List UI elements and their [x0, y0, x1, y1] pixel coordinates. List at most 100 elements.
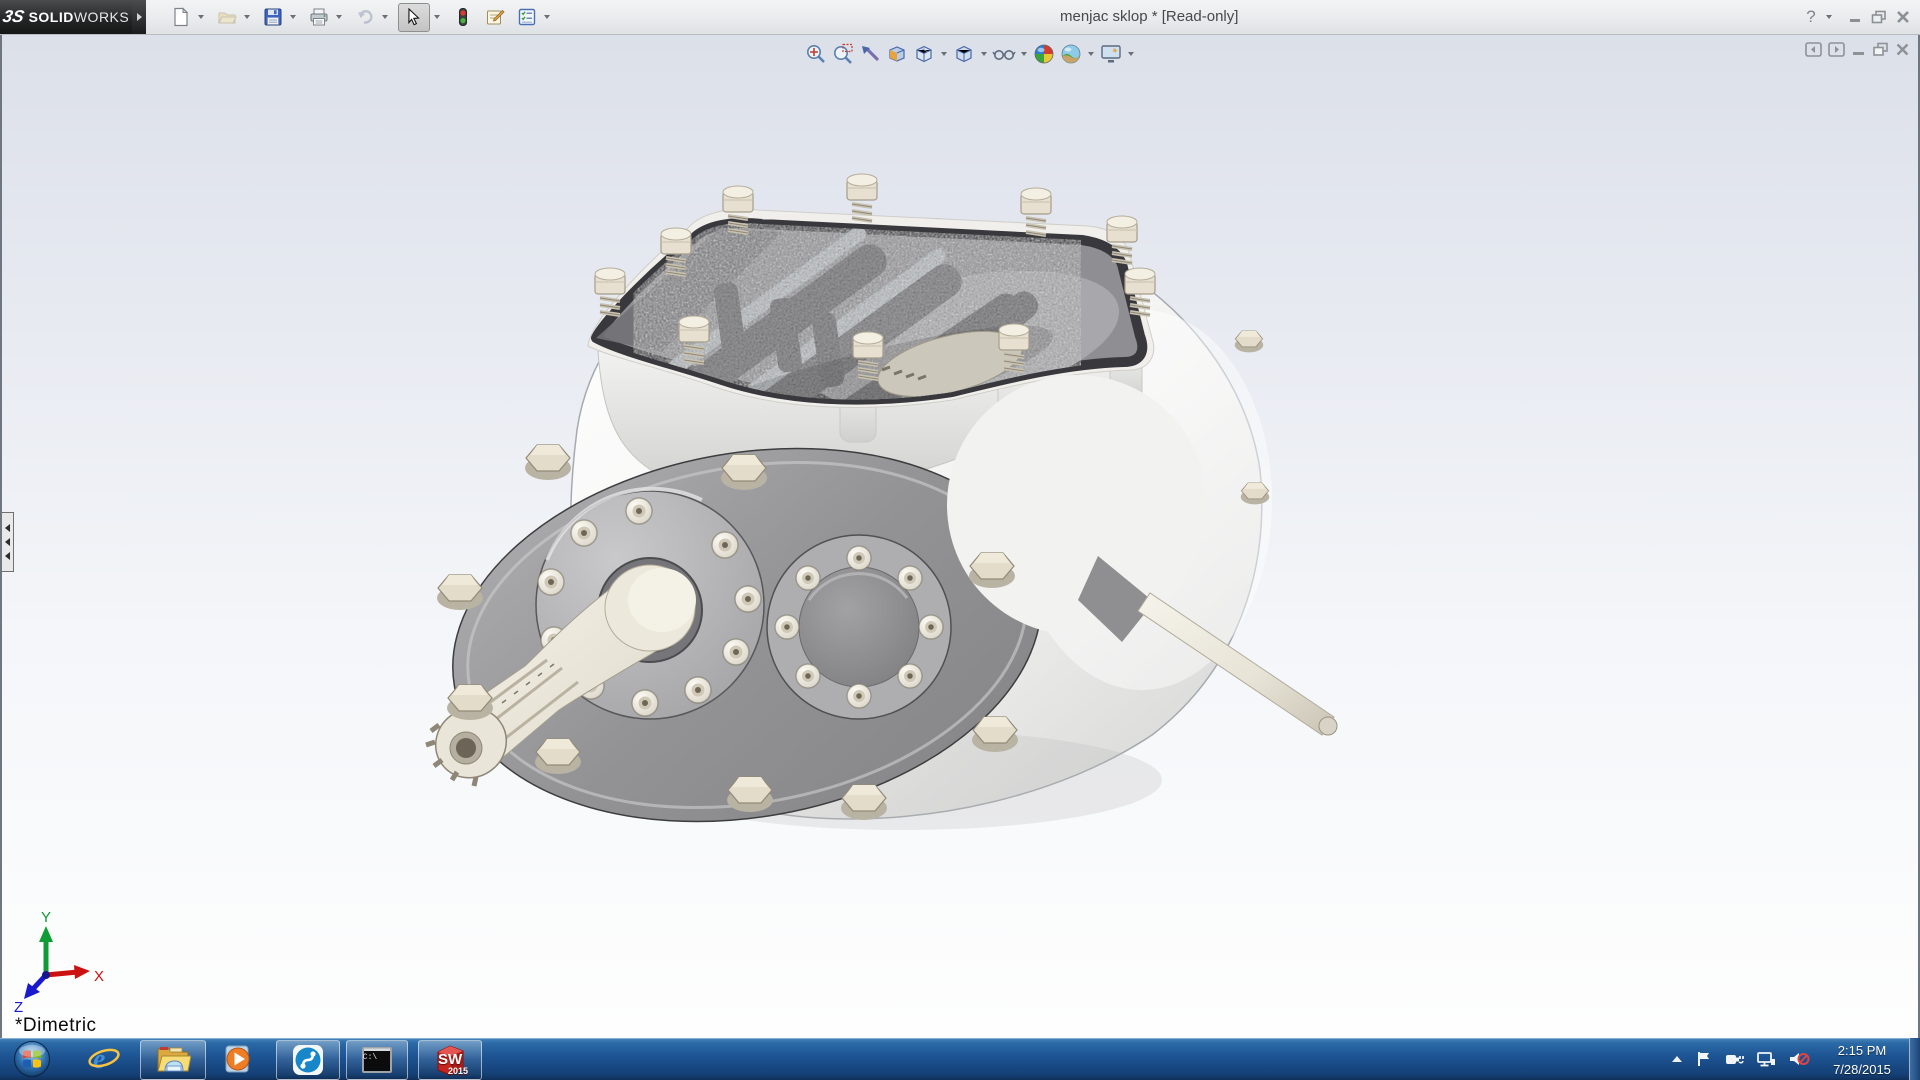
taskbar: e — [0, 1038, 1920, 1080]
new-document-dropdown[interactable] — [194, 4, 208, 30]
undo-arrow-icon — [355, 7, 375, 27]
model-canvas[interactable]: Y X Z — [2, 35, 1918, 1038]
brand-works: WORKS — [74, 9, 129, 25]
open-folder-icon — [217, 7, 237, 27]
save-button[interactable] — [260, 4, 286, 30]
view-settings-button[interactable] — [1097, 41, 1124, 67]
save-dropdown[interactable] — [286, 4, 300, 30]
show-hidden-icons-button[interactable] — [1670, 1053, 1684, 1065]
minimize-document-icon[interactable] — [1851, 42, 1866, 57]
menu-expander-button[interactable] — [132, 0, 146, 34]
help-dropdown[interactable] — [1822, 15, 1836, 19]
previous-view-button[interactable] — [856, 41, 883, 67]
windows-start-icon — [13, 1040, 51, 1078]
view-settings-dropdown[interactable] — [1124, 41, 1137, 67]
print-icon — [309, 7, 329, 27]
options-list-icon — [517, 7, 537, 27]
view-orientation-button[interactable] — [910, 41, 937, 67]
view-orientation-icon — [913, 43, 935, 65]
heads-up-view-toolbar — [802, 41, 1137, 67]
zoom-to-fit-button[interactable] — [802, 41, 829, 67]
options-dropdown[interactable] — [540, 4, 554, 30]
start-button[interactable] — [8, 1040, 56, 1078]
orientation-triad: Y X Z — [14, 909, 104, 1016]
restore-document-icon[interactable] — [1872, 42, 1889, 57]
close-button[interactable] — [1896, 10, 1910, 24]
title-bar: 3S SOLID WORKS — [0, 0, 1920, 35]
view-orientation-dropdown[interactable] — [937, 41, 950, 67]
open-dropdown[interactable] — [240, 4, 254, 30]
clock-date: 7/28/2015 — [1818, 1061, 1906, 1080]
select-cursor-icon — [405, 8, 423, 26]
zoom-to-area-button[interactable] — [829, 41, 856, 67]
taskbar-clock[interactable]: 2:15 PM 7/28/2015 — [1818, 1038, 1906, 1080]
undo-button[interactable] — [352, 4, 378, 30]
taskbar-command-prompt[interactable]: C:\ — [346, 1040, 408, 1080]
system-tray — [1670, 1038, 1810, 1080]
triad-z-label: Z — [14, 999, 23, 1016]
hide-show-items-dropdown[interactable] — [1017, 41, 1030, 67]
taskbar-internet-explorer[interactable]: e — [80, 1040, 128, 1078]
section-view-icon — [886, 43, 908, 65]
minimize-button[interactable] — [1848, 10, 1862, 24]
action-center-flag-icon[interactable] — [1696, 1050, 1712, 1068]
print-button[interactable] — [306, 4, 332, 30]
network-icon[interactable] — [1756, 1050, 1776, 1068]
application-window: 3S SOLID WORKS — [0, 0, 1920, 1080]
display-style-button[interactable] — [950, 41, 977, 67]
power-plug-icon[interactable] — [1724, 1050, 1744, 1068]
view-orientation-label: *Dimetric — [15, 1015, 97, 1037]
edit-appearance-button[interactable] — [1030, 41, 1057, 67]
volume-muted-icon[interactable] — [1788, 1050, 1810, 1068]
previous-view-icon — [859, 43, 881, 65]
taskbar-windows-explorer[interactable] — [140, 1040, 206, 1080]
glasses-icon — [992, 43, 1016, 65]
standard-toolbar — [168, 0, 554, 34]
select-tool-button[interactable] — [398, 3, 430, 32]
node-app-icon — [291, 1043, 325, 1077]
traffic-light-icon — [454, 7, 472, 27]
windows-explorer-icon — [155, 1043, 191, 1077]
apply-scene-dropdown[interactable] — [1084, 41, 1097, 67]
display-style-dropdown[interactable] — [977, 41, 990, 67]
clock-time: 2:15 PM — [1818, 1042, 1906, 1061]
brand-solid: SOLID — [29, 9, 74, 25]
feature-manager-collapsed-tab[interactable] — [2, 512, 14, 572]
restore-button[interactable] — [1871, 10, 1887, 24]
print-dropdown[interactable] — [332, 4, 346, 30]
close-document-icon[interactable] — [1895, 42, 1910, 57]
comment-button[interactable] — [482, 4, 508, 30]
section-view-button[interactable] — [883, 41, 910, 67]
solidworks-logo: 3S SOLID WORKS — [0, 0, 132, 34]
comment-note-icon — [485, 7, 505, 27]
internet-explorer-icon: e — [86, 1041, 122, 1077]
taskbar-node-app[interactable] — [276, 1040, 340, 1080]
appearance-ball-icon — [1033, 43, 1055, 65]
taskbar-media-player[interactable] — [212, 1040, 264, 1078]
zoom-to-fit-icon — [805, 43, 827, 65]
open-button[interactable] — [214, 4, 240, 30]
gearbox-model[interactable] — [422, 174, 1337, 866]
zoom-to-area-icon — [832, 43, 854, 65]
graphics-area[interactable]: Y X Z — [0, 35, 1920, 1038]
svg-text:e: e — [93, 1044, 105, 1075]
hide-show-items-button[interactable] — [990, 41, 1017, 67]
taskbar-solidworks[interactable]: SW 2015 — [418, 1040, 482, 1080]
command-prompt-icon-text: C:\ — [363, 1053, 377, 1062]
new-document-icon — [171, 7, 191, 27]
apply-scene-icon — [1060, 43, 1082, 65]
selection-filter-button[interactable] — [450, 4, 476, 30]
options-button[interactable] — [514, 4, 540, 30]
new-document-button[interactable] — [168, 4, 194, 30]
apply-scene-button[interactable] — [1057, 41, 1084, 67]
undo-dropdown[interactable] — [378, 4, 392, 30]
show-desktop-button[interactable] — [1909, 1038, 1920, 1080]
pane-left-icon[interactable] — [1805, 42, 1822, 57]
help-button[interactable]: ? — [1800, 7, 1822, 27]
select-tool-dropdown[interactable] — [430, 4, 444, 30]
save-floppy-icon — [263, 7, 283, 27]
triad-x-label: X — [94, 968, 104, 985]
cover-hub[interactable] — [767, 535, 951, 719]
view-settings-icon — [1099, 43, 1123, 65]
pane-right-icon[interactable] — [1828, 42, 1845, 57]
